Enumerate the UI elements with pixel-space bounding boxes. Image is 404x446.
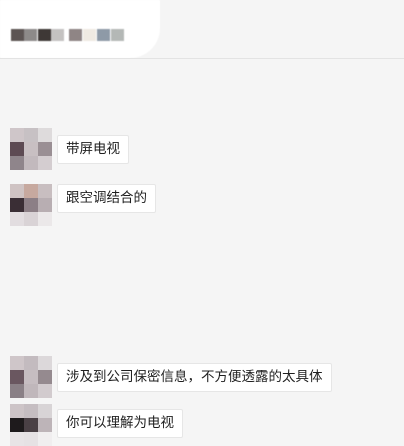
- message-row: 你可以理解为电视: [0, 404, 404, 446]
- avatar[interactable]: [10, 184, 52, 226]
- header-divider: [0, 58, 404, 59]
- chat-header: [0, 0, 404, 58]
- message-bubble[interactable]: 带屏电视: [57, 135, 129, 164]
- contact-name-pixelated: [0, 0, 160, 58]
- avatar[interactable]: [10, 128, 52, 170]
- message-row: 带屏电视: [0, 128, 404, 172]
- message-bubble[interactable]: 跟空调结合的: [57, 184, 156, 213]
- avatar[interactable]: [10, 404, 52, 446]
- avatar[interactable]: [10, 356, 52, 398]
- message-row: 涉及到公司保密信息，不方便透露的太具体: [0, 356, 404, 400]
- message-bubble[interactable]: 涉及到公司保密信息，不方便透露的太具体: [57, 363, 332, 392]
- message-row: 跟空调结合的: [0, 184, 404, 228]
